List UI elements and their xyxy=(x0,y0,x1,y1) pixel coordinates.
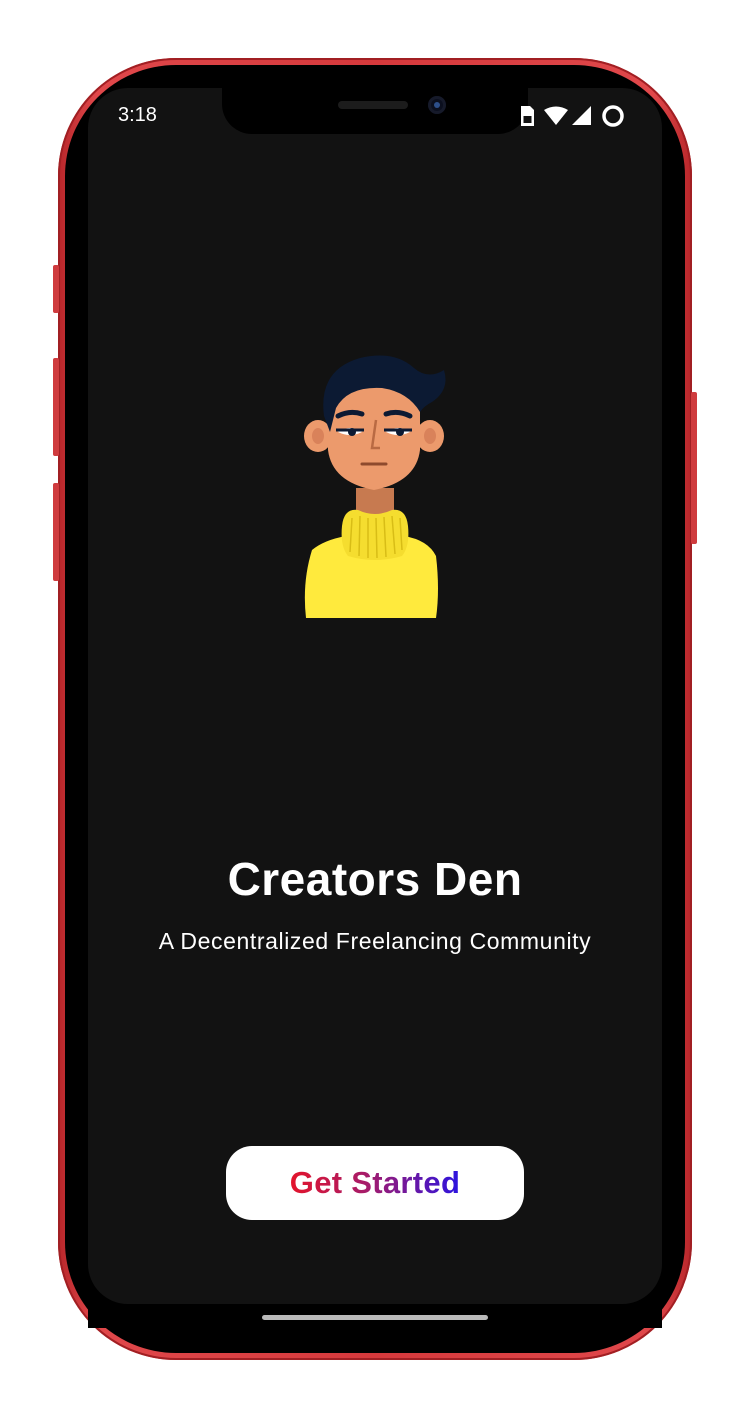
front-camera xyxy=(428,96,446,114)
wifi-icon xyxy=(544,106,568,125)
app-title: Creators Den xyxy=(227,853,523,905)
battery-ring-icon xyxy=(602,105,624,127)
cellular-signal-icon xyxy=(572,106,591,125)
sim-card-icon xyxy=(521,106,534,126)
silent-switch xyxy=(53,265,59,313)
notch xyxy=(222,84,528,134)
volume-down-button xyxy=(53,483,59,581)
home-indicator[interactable] xyxy=(262,1315,488,1320)
get-started-button[interactable]: Get Started xyxy=(226,1146,524,1220)
status-icons xyxy=(521,105,624,127)
volume-up-button xyxy=(53,358,59,456)
status-time: 3:18 xyxy=(118,104,157,126)
power-button xyxy=(691,392,697,544)
app-screen xyxy=(88,88,662,1304)
person-avatar-illustration xyxy=(304,355,446,618)
app-tagline: A Decentralized Freelancing Community xyxy=(158,928,592,954)
get-started-label: Get Started xyxy=(289,1165,461,1200)
earpiece-speaker xyxy=(338,101,408,109)
